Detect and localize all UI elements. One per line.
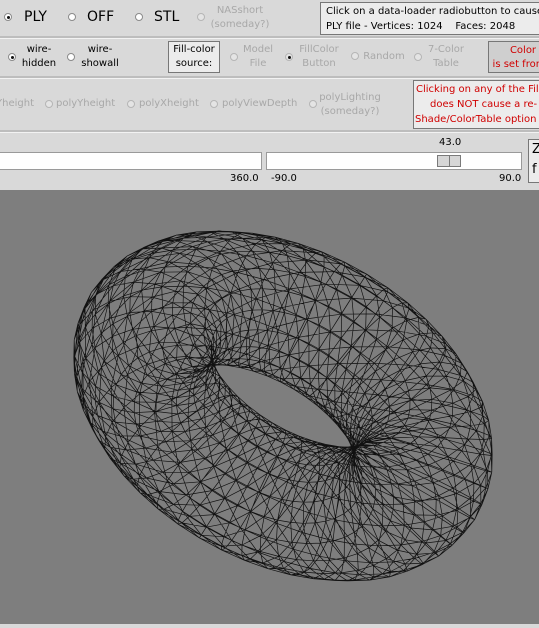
wire-hidden-line2: hidden: [21, 58, 57, 69]
fill-source-line1: Fill-color: [173, 44, 215, 55]
color-button-line1: Color: [509, 45, 537, 56]
zoom-label-line1: Z: [532, 142, 539, 157]
label-fill-7color: 7-Color Table: [423, 43, 469, 71]
wire-showall-line2: showall: [81, 58, 119, 69]
loader-info-line1: Click on a data-loader radiobutton to ca…: [326, 6, 539, 17]
right-slider-trough[interactable]: [266, 152, 522, 170]
radio-ply[interactable]: [4, 13, 12, 21]
radio-nasshort[interactable]: [197, 13, 205, 21]
color-button[interactable]: Color is set from: [488, 41, 539, 73]
polylighting-line1: polyLighting: [319, 92, 381, 103]
label-shade-polyxheight: polyXheight: [139, 98, 199, 109]
zoom-label-box: Z f: [528, 139, 539, 183]
right-slider-max: 90.0: [499, 173, 522, 184]
label-fill-random: Random: [363, 51, 405, 62]
left-slider-trough[interactable]: [0, 152, 262, 170]
label-nasshort: NASshort (someday?): [207, 4, 273, 32]
radio-fill-modelfile[interactable]: [230, 53, 238, 61]
render-canvas[interactable]: [0, 190, 539, 624]
label-fill-fillcolor: FillColor Button: [294, 43, 344, 71]
fill-fillcolor-line1: FillColor: [299, 44, 339, 55]
shade-note-box: Clicking on any of the Fill does NOT cau…: [413, 80, 539, 129]
separator-2: [0, 76, 539, 79]
label-shade-polyyheight: polyYheight: [56, 98, 116, 109]
shade-note-line2: does NOT cause a re-: [430, 99, 538, 110]
label-ply: PLY: [24, 9, 47, 25]
shade-note-line3: Shade/ColorTable option: [415, 114, 537, 125]
fill-source-box: Fill-color source:: [168, 41, 220, 73]
label-fill-modelfile: Model File: [238, 43, 278, 71]
label-wire-hidden: wire- hidden: [18, 43, 60, 71]
radio-stl[interactable]: [135, 13, 143, 21]
fill-source-line2: source:: [175, 58, 213, 69]
torus-wireframe: [73, 230, 493, 582]
torus-mesh: [73, 230, 493, 582]
nasshort-line2: (someday?): [210, 19, 270, 30]
radio-fill-fillcolor[interactable]: [285, 53, 293, 61]
radio-shade-polyviewdepth[interactable]: [210, 100, 218, 108]
fill-7color-line1: 7-Color: [427, 44, 465, 55]
right-slider-thumb-grip: [449, 156, 450, 166]
radio-fill-7color[interactable]: [414, 53, 422, 61]
label-shade-polylighting: polyLighting (someday?): [318, 91, 382, 119]
fill-modelfile-line1: Model: [242, 44, 274, 55]
left-slider-max: 360.0: [230, 173, 259, 184]
fill-fillcolor-line2: Button: [302, 58, 336, 69]
label-off: OFF: [87, 9, 115, 25]
fill-modelfile-line2: File: [249, 58, 267, 69]
radio-shade-polyxheight[interactable]: [127, 100, 135, 108]
nasshort-line1: NASshort: [216, 5, 264, 16]
right-slider-thumb[interactable]: [437, 155, 461, 167]
label-shade-yheight: Yheight: [0, 98, 34, 109]
label-shade-polyviewdepth: polyViewDepth: [222, 98, 298, 109]
label-wire-showall: wire- showall: [78, 43, 122, 71]
loader-info-box: Click on a data-loader radiobutton to ca…: [320, 2, 539, 35]
shade-note-line1: Clicking on any of the Fill: [416, 84, 539, 95]
wire-hidden-line1: wire-: [26, 44, 52, 55]
radio-wire-hidden[interactable]: [8, 53, 16, 61]
separator-3: [0, 130, 539, 133]
radio-off[interactable]: [68, 13, 76, 21]
fill-7color-line2: Table: [433, 58, 459, 69]
radio-fill-random[interactable]: [351, 52, 359, 60]
radio-shade-polyyheight[interactable]: [45, 100, 53, 108]
radio-wire-showall[interactable]: [67, 53, 75, 61]
loader-info-line2: PLY file - Vertices: 1024 Faces: 2048: [326, 21, 516, 32]
polylighting-line2: (someday?): [320, 106, 380, 117]
zoom-label-line2: f: [532, 162, 537, 177]
separator-1: [0, 36, 539, 39]
color-button-line2: is set from: [492, 59, 539, 70]
right-slider-value: 43.0: [439, 137, 462, 148]
wire-showall-line1: wire-: [87, 44, 113, 55]
right-slider-min: -90.0: [271, 173, 297, 184]
radio-shade-polylighting[interactable]: [309, 100, 317, 108]
label-stl: STL: [154, 9, 180, 25]
